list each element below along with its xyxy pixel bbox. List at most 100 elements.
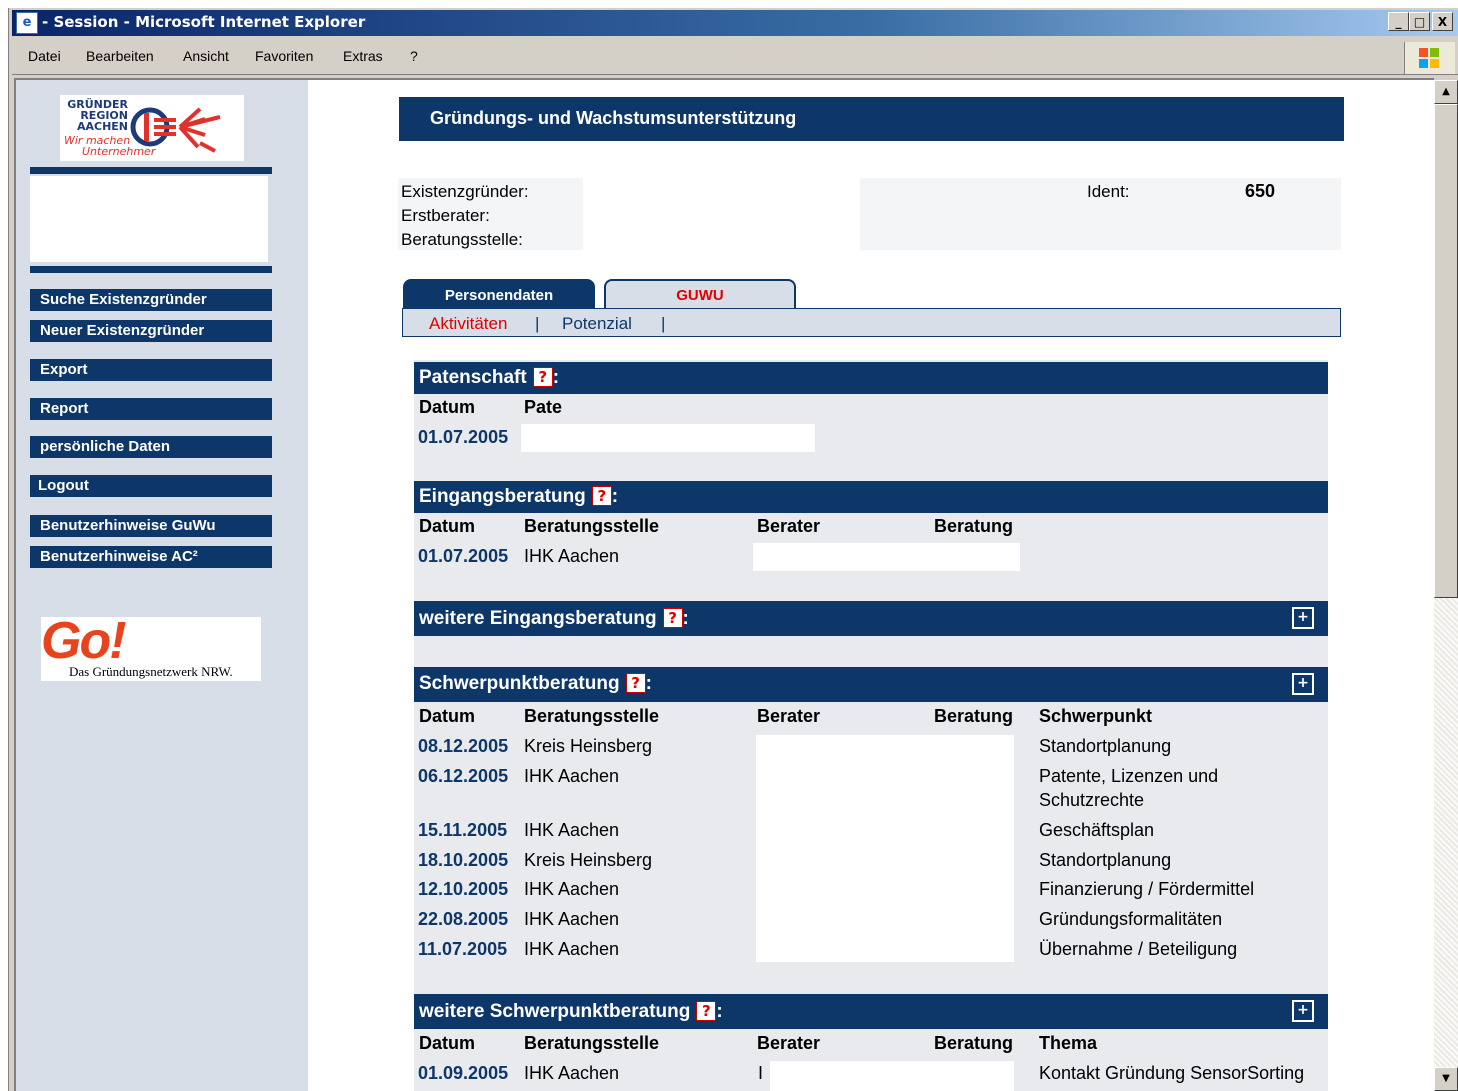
page-title: Gründungs- und Wachstumsunterstützung (430, 108, 797, 128)
scroll-down-arrow-icon[interactable]: ▼ (1434, 1067, 1458, 1091)
section-title-weitere-schwerpunktberatung: weitere Schwerpunktberatung?: (419, 1001, 723, 1023)
maximize-button[interactable]: □ (1409, 12, 1430, 31)
nav-logout[interactable]: Logout (30, 475, 272, 497)
cell-schwerpunkt: Patente, Lizenzen und (1039, 766, 1219, 786)
logo-emblem-icon (130, 107, 221, 153)
label-existenzgruender: Existenzgründer: (401, 182, 529, 201)
date-link[interactable]: 22.08.2005 (418, 909, 508, 930)
scroll-up-arrow-icon[interactable]: ▲ (1434, 80, 1458, 104)
expand-folder-icon[interactable]: + (1292, 607, 1314, 629)
date-link[interactable]: 01.07.2005 (418, 427, 508, 448)
cell-beratungsstelle: IHK Aachen (524, 546, 620, 566)
sidebar-info-box (30, 176, 268, 262)
nav-persoenliche-daten[interactable]: persönliche Daten (30, 436, 272, 458)
date-link[interactable]: 11.07.2005 (418, 939, 507, 960)
col-datum: Datum (419, 516, 476, 536)
ie-icon: e (16, 12, 38, 34)
col-beratungsstelle: Beratungsstelle (524, 706, 660, 726)
subtab-separator: | (535, 314, 540, 333)
go-nrw-logo[interactable]: Go! Das Gründungsnetzwerk NRW. (41, 612, 261, 681)
help-icon[interactable]: ? (532, 367, 553, 387)
title-suffix: : (716, 1001, 723, 1022)
date-link[interactable]: 15.11.2005 (418, 820, 507, 841)
date-link[interactable]: 01.09.2005 (418, 1063, 508, 1084)
tab-guwu[interactable]: GUWU (604, 279, 796, 309)
menu-extras[interactable]: Extras (343, 48, 383, 64)
subtab-potenzial[interactable]: Potenzial (562, 314, 632, 334)
col-datum: Datum (419, 1033, 476, 1053)
menu-ansicht[interactable]: Ansicht (183, 48, 229, 64)
nav-export[interactable]: Export (30, 359, 272, 381)
col-thema: Thema (1039, 1033, 1098, 1053)
help-icon[interactable]: ? (696, 1001, 717, 1021)
menu-favoriten[interactable]: Favoriten (255, 48, 313, 64)
scrollbar-thumb[interactable] (1434, 104, 1458, 598)
berater-field (753, 543, 1020, 571)
cell-beratungsstelle: Kreis Heinsberg (524, 850, 653, 870)
section-title-weitere-eingangsberatung: weitere Eingangsberatung?: (419, 608, 689, 630)
title-suffix: : (645, 673, 652, 694)
date-link[interactable]: 18.10.2005 (418, 850, 508, 871)
section-title-text: weitere Eingangsberatung (419, 608, 657, 629)
cell-schwerpunkt: Finanzierung / Fördermittel (1039, 879, 1255, 899)
col-beratungsstelle: Beratungsstelle (524, 1033, 660, 1053)
nav-benutzerhinweise-ac2[interactable]: Benutzerhinweise AC² (30, 546, 272, 568)
menu-help[interactable]: ? (410, 48, 418, 64)
section-title-schwerpunktberatung: Schwerpunktberatung?: (419, 673, 652, 695)
col-datum: Datum (419, 706, 476, 726)
subtab-aktivitaeten[interactable]: Aktivitäten (429, 314, 507, 334)
col-berater: Berater (757, 1033, 821, 1053)
nav-benutzerhinweise-guwu[interactable]: Benutzerhinweise GuWu (30, 515, 272, 537)
expand-folder-icon[interactable]: + (1292, 1000, 1314, 1022)
section-title-text: Schwerpunktberatung (419, 673, 620, 694)
col-datum: Datum (419, 397, 476, 417)
date-link[interactable]: 12.10.2005 (418, 879, 508, 900)
date-link[interactable]: 08.12.2005 (418, 736, 508, 757)
cell-beratungsstelle: IHK Aachen (524, 879, 620, 899)
cell-berater: I (758, 1063, 764, 1083)
cell-beratungsstelle: IHK Aachen (524, 909, 620, 929)
menu-bearbeiten[interactable]: Bearbeiten (86, 48, 154, 64)
close-button[interactable]: X (1432, 12, 1453, 31)
cell-beratungsstelle: IHK Aachen (524, 939, 620, 959)
ident-value: 650 (1245, 181, 1276, 201)
cell-schwerpunkt: Standortplanung (1039, 850, 1172, 870)
date-link[interactable]: 01.07.2005 (418, 546, 508, 567)
label-ident: Ident: (1087, 182, 1130, 201)
go-logo-text: Go! (41, 612, 127, 670)
menu-datei[interactable]: Datei (28, 48, 61, 64)
help-icon[interactable]: ? (591, 486, 612, 506)
section-title-text: Eingangsberatung (419, 486, 586, 507)
col-schwerpunkt: Schwerpunkt (1039, 706, 1153, 726)
col-pate: Pate (524, 397, 563, 417)
sidebar-divider (30, 266, 272, 273)
col-berater: Berater (757, 706, 821, 726)
col-beratung: Beratung (934, 516, 1014, 536)
cell-beratungsstelle: IHK Aachen (524, 1063, 620, 1083)
help-icon[interactable]: ? (625, 673, 646, 693)
cell-beratungsstelle: IHK Aachen (524, 766, 620, 786)
window-title: - Session - Microsoft Internet Explorer (42, 13, 366, 31)
gruender-region-logo[interactable]: GRÜNDER REGION AACHEN Wir machen Unterne… (60, 95, 244, 161)
subtab-separator: | (661, 314, 666, 333)
col-berater: Berater (757, 516, 821, 536)
sidebar-divider (30, 167, 272, 174)
cell-schwerpunkt: Gründungsformalitäten (1039, 909, 1223, 929)
col-beratung: Beratung (934, 706, 1014, 726)
nav-neuer-existenzgruender[interactable]: Neuer Existenzgründer (30, 320, 272, 342)
cell-schwerpunkt: Standortplanung (1039, 736, 1172, 756)
cell-schwerpunkt: Übernahme / Beteiligung (1039, 939, 1238, 959)
title-suffix: : (552, 367, 560, 388)
date-link[interactable]: 06.12.2005 (418, 766, 508, 787)
nav-report[interactable]: Report (30, 398, 272, 420)
berater-column-field (756, 735, 1014, 962)
help-icon[interactable]: ? (662, 608, 683, 628)
nav-suche-existenzgruender[interactable]: Suche Existenzgründer (30, 289, 272, 311)
tab-personendaten[interactable]: Personendaten (403, 279, 595, 309)
expand-folder-icon[interactable]: + (1292, 673, 1314, 695)
section-title-text: weitere Schwerpunktberatung (419, 1001, 691, 1022)
minimize-button[interactable]: _ (1388, 12, 1409, 31)
col-beratungsstelle: Beratungsstelle (524, 516, 660, 536)
berater-field (770, 1061, 1014, 1091)
windows-logo-icon (1404, 42, 1455, 74)
